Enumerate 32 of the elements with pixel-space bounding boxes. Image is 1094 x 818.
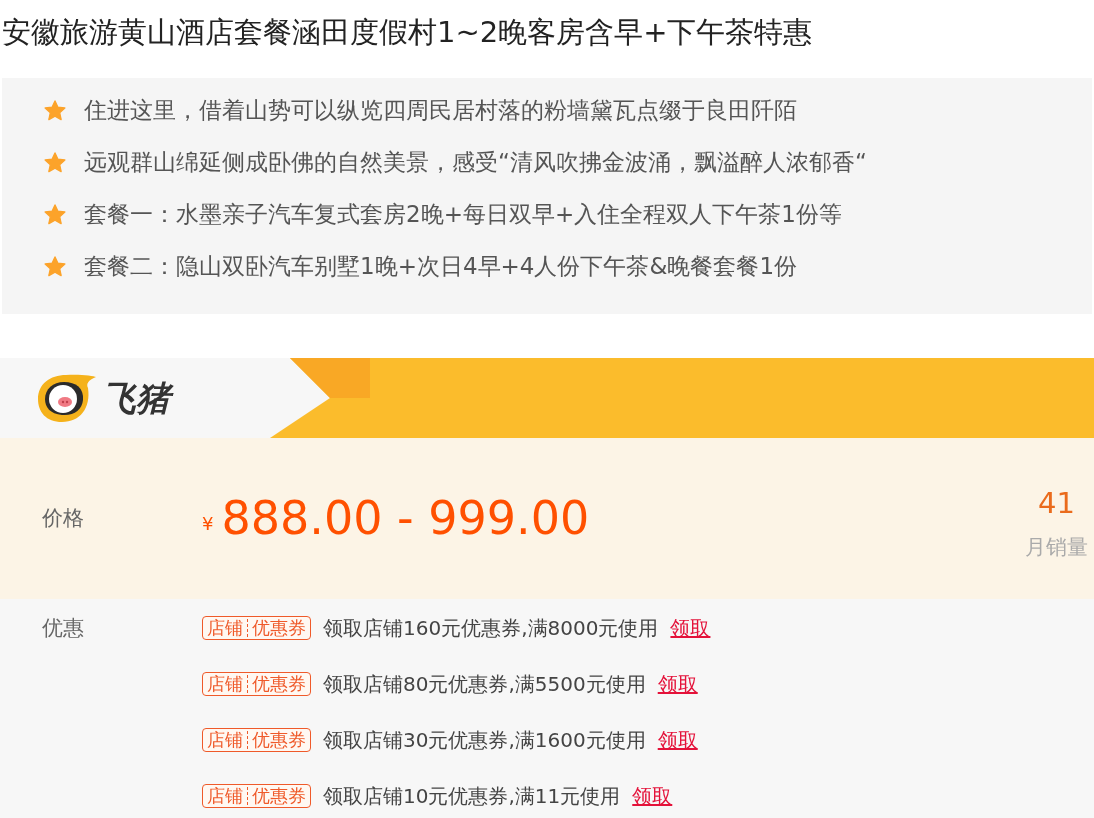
coupon-tag-store: 店铺 [206, 617, 244, 639]
highlight-text: 住进这里，借着山势可以纵览四周民居村落的粉墙黛瓦点缀于良田阡陌 [84, 95, 797, 125]
coupon-text: 领取店铺10元优惠券,满11元使用 [323, 783, 621, 810]
page-title: 安徽旅游黄山酒店套餐涵田度假村1~2晚客房含早+下午茶特惠 [1, 14, 814, 51]
sales-label: 月销量 [1025, 533, 1088, 561]
coupon-tag-type: 优惠券 [251, 729, 307, 751]
coupon-tag-type: 优惠券 [251, 617, 307, 639]
price-range: 888.00 - 999.00 [221, 490, 590, 547]
currency-symbol: ¥ [202, 512, 214, 536]
pig-logo-icon [36, 372, 98, 424]
price-label: 价格 [42, 504, 85, 532]
claim-link[interactable]: 领取 [632, 781, 673, 811]
sales-count: 41 [1038, 485, 1075, 522]
coupons-label: 优惠 [42, 615, 85, 642]
star-icon [44, 151, 66, 173]
highlight-text: 套餐一：水墨亲子汽车复式套房2晚+每日双早+入住全程双人下午茶1份等 [84, 199, 842, 229]
star-icon [44, 99, 66, 121]
coupon-tag-store: 店铺 [206, 673, 244, 695]
star-icon [44, 203, 66, 225]
highlight-text: 套餐二：隐山双卧汽车别墅1晚+次日4早+4人份下午茶&晚餐套餐1份 [84, 251, 797, 281]
coupon-tag-store: 店铺 [206, 785, 244, 807]
star-icon [44, 255, 66, 277]
coupon-text: 领取店铺80元优惠券,满5500元使用 [323, 671, 646, 698]
coupon-tag-type: 优惠券 [251, 673, 307, 695]
coupon-tag-type: 优惠券 [251, 785, 307, 807]
highlight-text: 远观群山绵延侧成卧佛的自然美景，感受“清风吹拂金波涌，飘溢醉人浓郁香“ [84, 147, 867, 177]
claim-link[interactable]: 领取 [670, 613, 711, 643]
coupon-tag-store: 店铺 [206, 729, 244, 751]
claim-link[interactable]: 领取 [657, 725, 698, 755]
coupon-text: 领取店铺30元优惠券,满1600元使用 [323, 727, 646, 754]
claim-link[interactable]: 领取 [657, 669, 698, 699]
coupon-text: 领取店铺160元优惠券,满8000元使用 [323, 615, 659, 642]
